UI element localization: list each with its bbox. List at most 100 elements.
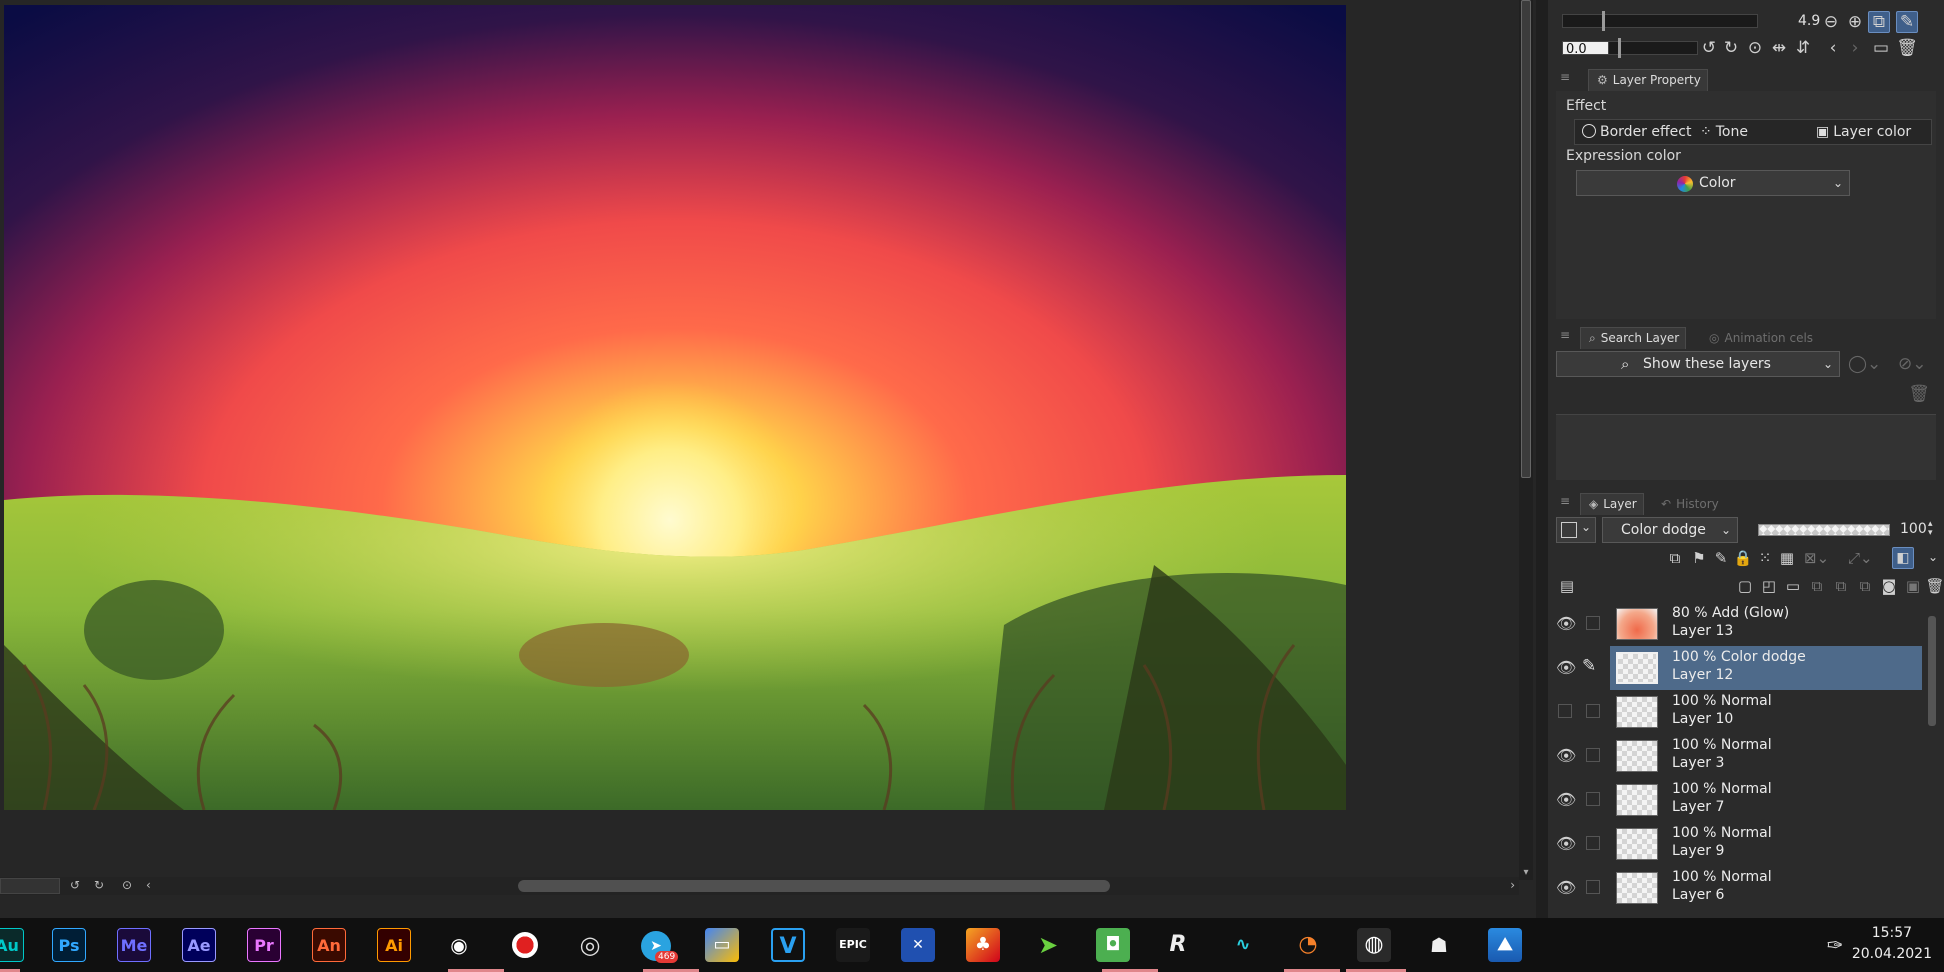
layer-row[interactable]: 👁 100 % Normal Layer 9	[1548, 822, 1944, 866]
eye-icon[interactable]: 👁	[1556, 878, 1576, 897]
layer-lock-cell[interactable]	[1586, 616, 1600, 630]
rotation-slider[interactable]	[1608, 41, 1698, 55]
layer-row[interactable]: 100 % Normal Layer 10	[1548, 690, 1944, 734]
vertical-scrollbar[interactable]: ▾	[1519, 0, 1533, 880]
opacity-slider[interactable]	[1758, 524, 1890, 536]
eye-icon[interactable]: 👁	[1556, 614, 1576, 633]
mask-icon[interactable]: ▦	[1776, 548, 1798, 568]
obs-icon[interactable]: ◎	[573, 928, 607, 962]
rotate-ccw-icon[interactable]: ↺	[1698, 38, 1720, 58]
taskbar-app-3[interactable]: Ae	[182, 928, 216, 962]
layer-list-scroll-thumb[interactable]	[1928, 616, 1936, 726]
panel-menu-icon[interactable]: ≡	[1560, 494, 1570, 508]
next-icon[interactable]: ›	[1844, 38, 1866, 58]
tab-animation-cels[interactable]: ◎ Animation cels	[1700, 327, 1821, 349]
search-clear-icon[interactable]: ⊘⌄	[1898, 354, 1927, 374]
hat-app-icon[interactable]: ☗	[1422, 928, 1456, 962]
rotation-slider-handle[interactable]	[1618, 38, 1621, 58]
taskbar-app-4[interactable]: Pr	[247, 928, 281, 962]
open-folder-icon[interactable]: ▭	[1870, 38, 1892, 58]
show-these-layers-dropdown[interactable]: ⌕ Show these layers ⌄	[1556, 351, 1840, 377]
vegas-icon[interactable]: V	[771, 928, 805, 962]
reference-layer-icon[interactable]: ⚑	[1688, 548, 1710, 568]
previous-icon[interactable]: ‹	[1822, 38, 1844, 58]
reset-view-icon[interactable]: ⊙	[1744, 38, 1766, 58]
android-studio-icon[interactable]: ◘	[1096, 928, 1130, 962]
expression-color-dropdown[interactable]: Color ⌄	[1576, 170, 1850, 196]
layer-color-dropdown[interactable]: ⌄	[1556, 517, 1596, 543]
layer-color-button[interactable]: ▣ Layer color	[1816, 119, 1911, 145]
horizontal-scroll-thumb[interactable]	[518, 880, 1110, 892]
reset-rotation-icon[interactable]: ⊙	[122, 878, 132, 892]
panel-menu-icon[interactable]: ≡	[1560, 70, 1570, 84]
zoom-in-icon[interactable]: ⊕	[1844, 12, 1866, 32]
combine-layer-icon[interactable]: ⧉	[1830, 576, 1852, 596]
delete-layer-icon[interactable]: 🗑	[1924, 576, 1944, 596]
chevron-down-icon[interactable]: ⌄	[1928, 550, 1938, 564]
taskbar-app-1[interactable]: Ps	[52, 928, 86, 962]
eyedropper-icon[interactable]: ✎	[1896, 11, 1918, 33]
vertical-scroll-thumb[interactable]	[1521, 0, 1531, 478]
tab-history[interactable]: ↶ History	[1652, 493, 1726, 515]
eye-icon[interactable]: 👁	[1556, 834, 1576, 853]
lock-layer-icon[interactable]: 🔒	[1732, 548, 1754, 568]
epic-games-icon[interactable]: EPIC	[836, 928, 870, 962]
zoom-out-icon[interactable]: ⊖	[1820, 12, 1842, 32]
layer-row[interactable]: 👁 100 % Normal Layer 7	[1548, 778, 1944, 822]
new-raster-layer-icon[interactable]: ▢	[1734, 576, 1756, 596]
artwork-canvas[interactable]	[4, 5, 1346, 810]
merge-layers-icon[interactable]: ⧉	[1854, 576, 1876, 596]
layer-lock-cell[interactable]	[1586, 836, 1600, 850]
layer-row-selected[interactable]: 👁 ✎ 100 % Color dodge Layer 12	[1548, 646, 1944, 690]
trash-icon[interactable]: 🗑	[1908, 384, 1930, 404]
file-explorer-icon[interactable]: ▭	[705, 928, 739, 962]
transfer-down-icon[interactable]: ⧉	[1806, 576, 1828, 596]
new-folder-icon[interactable]: ▭	[1782, 576, 1804, 596]
layer-lock-cell[interactable]	[1586, 792, 1600, 806]
snap-toggle-icon[interactable]: ⧉	[1868, 11, 1890, 33]
ruler-options-icon[interactable]: ⤢⌄	[1848, 548, 1873, 568]
layer-row[interactable]: 👁 100 % Normal Layer 3	[1548, 734, 1944, 778]
lock-transparent-icon[interactable]: ⁙	[1754, 548, 1776, 568]
discord-icon[interactable]: ◉	[442, 928, 476, 962]
brush-size-slider-handle[interactable]	[1602, 11, 1605, 31]
layer-color-toggle-icon[interactable]: ◧	[1892, 547, 1914, 569]
system-clock[interactable]: 15:57 20.04.2021	[1852, 923, 1932, 965]
record-icon[interactable]	[508, 928, 542, 962]
new-vector-layer-icon[interactable]: ◰	[1758, 576, 1780, 596]
scroll-down-arrow-icon[interactable]: ▾	[1519, 867, 1533, 878]
layer-list-scrollbar[interactable]	[1926, 602, 1938, 918]
canvas-area[interactable]: ▾ ↺ ↻ ⊙ ‹ ›	[0, 0, 1536, 918]
rotate-right-icon[interactable]: ↻	[94, 878, 104, 892]
clip-studio-icon[interactable]: ◍	[1357, 928, 1391, 962]
taskbar-app-2[interactable]: Me	[117, 928, 151, 962]
taskbar-app-0[interactable]: Au	[0, 928, 24, 962]
scroll-right-arrow-icon[interactable]: ›	[1510, 878, 1515, 892]
taskbar-app-6[interactable]: Ai	[377, 928, 411, 962]
photos-icon[interactable]: ⛰	[1488, 928, 1522, 962]
taskbar-app-5[interactable]: An	[312, 928, 346, 962]
arrow-app-icon[interactable]: ➤	[1031, 928, 1065, 962]
opacity-stepper-icon[interactable]: ▴ ▾	[1928, 520, 1933, 538]
layer-lock-cell[interactable]	[1586, 704, 1600, 718]
search-filter-icon[interactable]: ◯⌄	[1848, 354, 1881, 374]
tab-layer-property[interactable]: ⚙ Layer Property	[1588, 69, 1708, 91]
border-effect-button[interactable]: Border effect	[1582, 119, 1691, 145]
navigator-box[interactable]	[0, 878, 60, 894]
trash-icon[interactable]: 🗑	[1896, 38, 1918, 58]
flip-vertical-icon[interactable]: ⇵	[1792, 38, 1814, 58]
panel-menu-icon[interactable]: ≡	[1560, 328, 1570, 342]
brush-size-slider[interactable]	[1562, 14, 1758, 28]
tab-search-layer[interactable]: ⌕ Search Layer	[1580, 327, 1687, 349]
waveform-app-icon[interactable]: ∿	[1226, 928, 1260, 962]
draft-layer-icon[interactable]: ✎	[1710, 548, 1732, 568]
layer-lock-cell[interactable]	[1586, 748, 1600, 762]
mask-options-icon[interactable]: ⊠⌄	[1804, 548, 1829, 568]
scroll-left-arrow-icon[interactable]: ‹	[146, 878, 151, 892]
eye-icon[interactable]: 👁	[1556, 790, 1576, 809]
layer-list-view-icon[interactable]: ▤	[1556, 576, 1578, 596]
tab-layer[interactable]: ◈ Layer	[1580, 493, 1644, 515]
blender-icon[interactable]: ◔	[1291, 928, 1325, 962]
clip-to-layer-below-icon[interactable]: ⧉	[1664, 548, 1686, 568]
create-mask-icon[interactable]: ◙	[1878, 576, 1900, 596]
